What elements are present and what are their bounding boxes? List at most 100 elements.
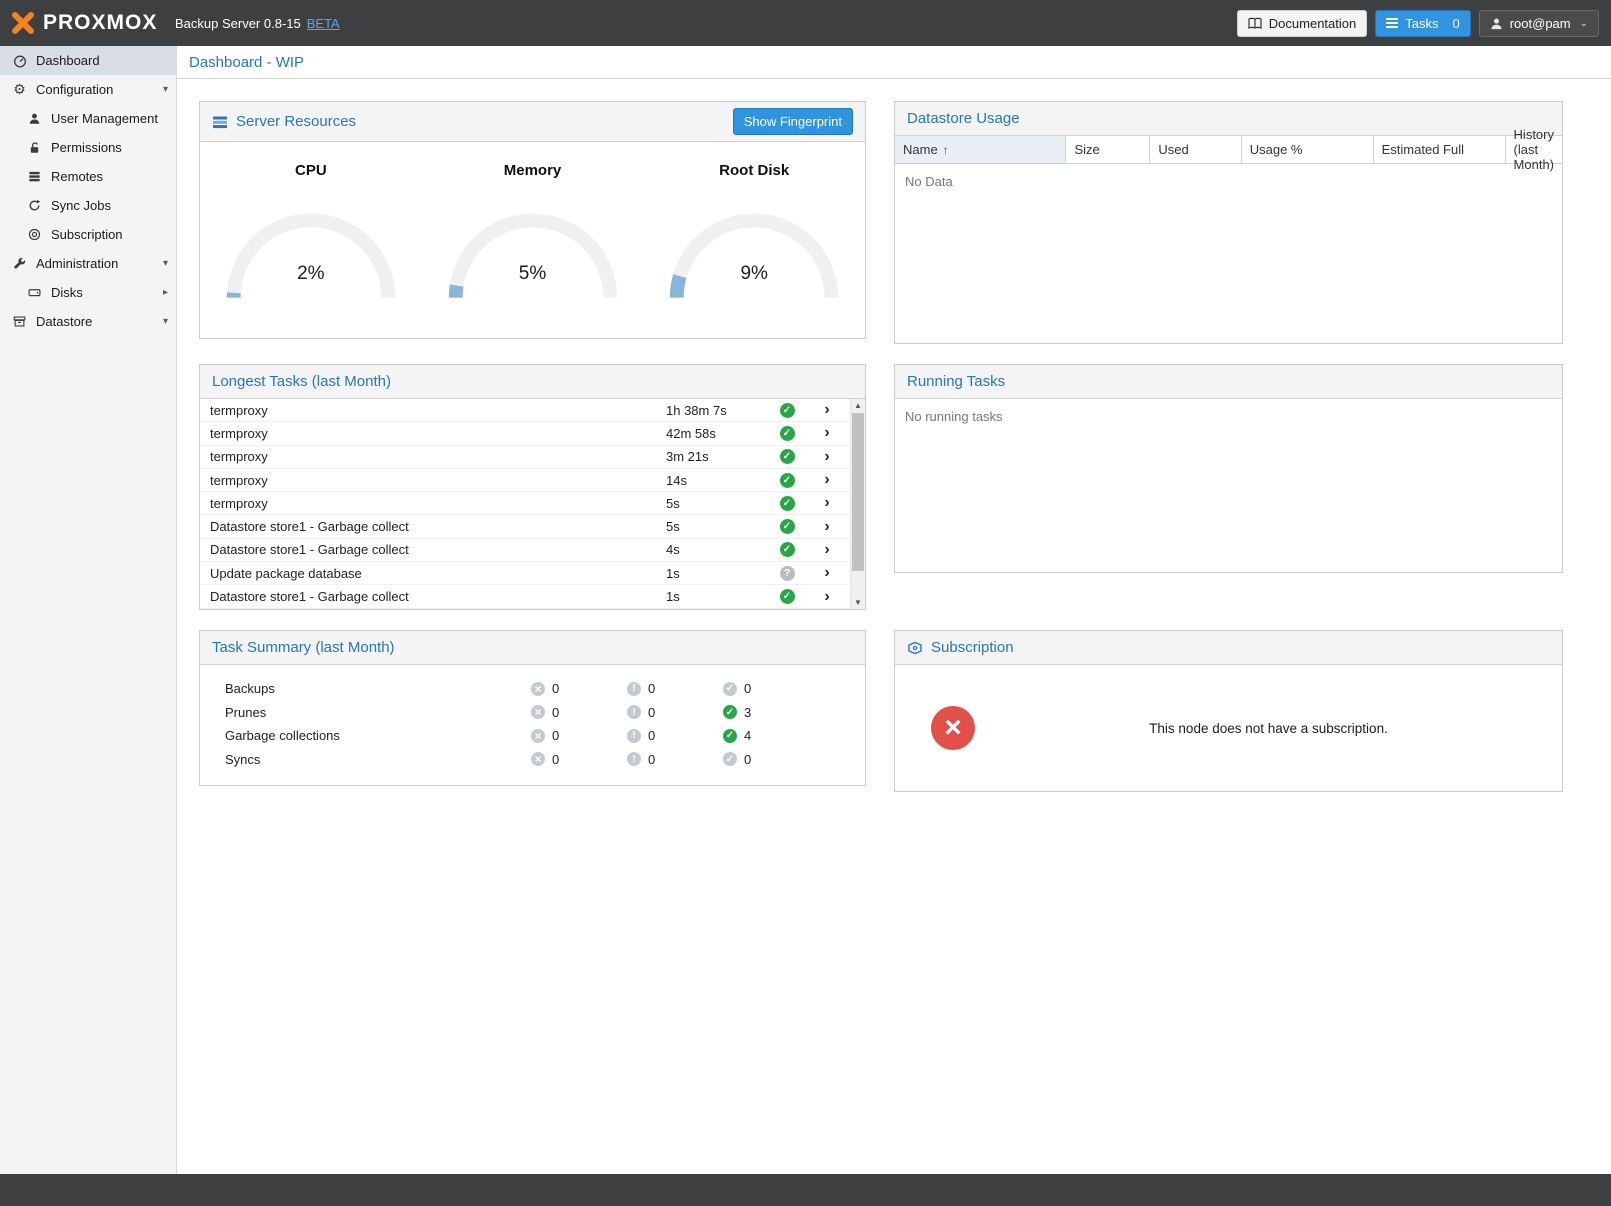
book-icon [1248,17,1262,30]
summary-ok-cell[interactable]: 3 [723,705,819,720]
sidebar-item-label: User Management [51,111,158,126]
gauge-label: Root Disk [643,162,865,179]
server-resources-header: Server Resources Show Fingerprint [200,102,865,142]
sidebar-item-sync-jobs[interactable]: Sync Jobs [0,191,176,220]
summary-warning-cell[interactable]: 0 [627,705,723,720]
summary-label: Backups [200,681,531,696]
summary-error-cell[interactable]: 0 [531,752,627,767]
scrollbar[interactable]: ▲ ▼ [850,399,865,609]
chevron-down-icon[interactable]: ▾ [163,258,168,269]
summary-error-cell[interactable]: 0 [531,705,627,720]
sidebar-item-datastore[interactable]: Datastore ▾ [0,307,176,336]
task-list-icon [1386,18,1398,28]
task-row[interactable]: termproxy 14s › [200,469,850,492]
column-header-size[interactable]: Size [1066,136,1150,163]
longest-tasks-list: termproxy 1h 38m 7s › termproxy 42m 58s … [200,399,865,609]
column-header-usage-percent[interactable]: Usage % [1242,136,1374,163]
warning-icon [627,729,641,743]
task-row[interactable]: termproxy 42m 58s › [200,422,850,445]
user-name: root@pam [1510,16,1571,31]
column-header-history[interactable]: History (last Month) [1506,136,1562,163]
warning-icon [627,682,641,696]
task-open-chevron-icon[interactable]: › [804,402,850,418]
summary-ok-cell[interactable]: 0 [723,752,819,767]
summary-error-cell[interactable]: 0 [531,728,627,743]
sidebar-item-subscription[interactable]: Subscription [0,220,176,249]
column-header-used[interactable]: Used [1150,136,1241,163]
task-summary-panel: Task Summary (last Month) Backups 0 0 0 … [199,630,866,786]
task-open-chevron-icon[interactable]: › [804,542,850,558]
task-duration: 42m 58s [666,426,770,441]
scroll-down-icon[interactable]: ▼ [851,596,865,609]
task-summary-body: Backups 0 0 0 Prunes 0 0 3 Garbage colle… [200,665,865,785]
task-row[interactable]: Update package database 1s › [200,562,850,585]
task-row[interactable]: Datastore store1 - Garbage collect 1s › [200,585,850,608]
task-open-chevron-icon[interactable]: › [804,519,850,535]
unlock-icon [27,140,42,155]
sidebar-item-dashboard[interactable]: Dashboard [0,46,176,75]
sidebar-item-label: Permissions [51,140,122,155]
top-bar: PROXMOX Backup Server 0.8-15 BETA Docume… [0,0,1611,46]
task-open-chevron-icon[interactable]: › [804,472,850,488]
main-area: Dashboard - WIP Server Resources Show Fi… [177,46,1611,1174]
summary-row: Prunes 0 0 3 [200,701,865,725]
task-duration: 5s [666,519,770,534]
chevron-down-icon[interactable]: ▾ [163,316,168,327]
sidebar-item-disks[interactable]: Disks ▸ [0,278,176,307]
scroll-up-icon[interactable]: ▲ [851,399,865,412]
scrollbar-thumb[interactable] [852,413,864,571]
sidebar-item-label: Sync Jobs [51,198,111,213]
task-open-chevron-icon[interactable]: › [804,425,850,441]
running-tasks-panel: Running Tasks No running tasks [894,364,1563,573]
gauge-label: Memory [422,162,644,179]
task-row[interactable]: termproxy 3m 21s › [200,446,850,469]
task-duration: 1s [666,566,770,581]
chevron-down-icon[interactable]: ▾ [163,84,168,95]
column-header-name[interactable]: Name ↑ [895,136,1066,163]
sidebar-item-user-management[interactable]: User Management [0,104,176,133]
tasks-label: Tasks [1405,16,1438,31]
datastore-usage-columns: Name ↑ Size Used Usage % Estimated Full … [895,136,1562,164]
summary-ok-cell[interactable]: 0 [723,681,819,696]
task-open-chevron-icon[interactable]: › [804,565,850,581]
summary-warning-cell[interactable]: 0 [627,728,723,743]
subscription-body: × This node does not have a subscription… [895,665,1562,791]
task-name: termproxy [200,449,666,464]
column-header-estimated-full[interactable]: Estimated Full [1374,136,1506,163]
gauge-value: 9% [662,263,846,285]
sidebar-item-administration[interactable]: Administration ▾ [0,249,176,278]
task-open-chevron-icon[interactable]: › [804,495,850,511]
task-status-icon [780,473,795,488]
task-open-chevron-icon[interactable]: › [804,449,850,465]
sidebar-item-label: Dashboard [36,53,100,68]
chevron-right-icon[interactable]: ▸ [163,287,168,298]
task-name: termproxy [200,403,666,418]
task-row[interactable]: termproxy 1h 38m 7s › [200,399,850,422]
summary-error-cell[interactable]: 0 [531,681,627,696]
summary-warning-cell[interactable]: 0 [627,681,723,696]
tasks-button[interactable]: Tasks 0 [1375,10,1470,37]
longest-tasks-panel: Longest Tasks (last Month) termproxy 1h … [199,364,866,610]
page-title-bar: Dashboard - WIP [177,46,1611,79]
sidebar-item-label: Disks [51,285,83,300]
task-row[interactable]: termproxy 5s › [200,492,850,515]
sidebar-item-remotes[interactable]: Remotes [0,162,176,191]
beta-link[interactable]: BETA [307,16,340,31]
sidebar-item-permissions[interactable]: Permissions [0,133,176,162]
summary-ok-cell[interactable]: 4 [723,728,819,743]
summary-warning-cell[interactable]: 0 [627,752,723,767]
check-icon [723,705,737,719]
task-row[interactable]: Datastore store1 - Garbage collect 4s › [200,539,850,562]
task-duration: 1s [666,589,770,604]
user-menu-button[interactable]: root@pam ⌄ [1479,10,1599,37]
hard-disk-icon [27,285,42,300]
documentation-button[interactable]: Documentation [1237,10,1367,37]
sidebar-item-configuration[interactable]: ⚙ Configuration ▾ [0,75,176,104]
task-row[interactable]: Datastore store1 - Garbage collect 5s › [200,515,850,538]
subscription-message: This node does not have a subscription. [975,721,1562,736]
task-open-chevron-icon[interactable]: › [804,589,850,605]
task-status-icon [780,542,795,557]
show-fingerprint-button[interactable]: Show Fingerprint [733,108,853,135]
archive-icon [12,314,27,329]
logo-text: PROXMOX [43,11,157,35]
